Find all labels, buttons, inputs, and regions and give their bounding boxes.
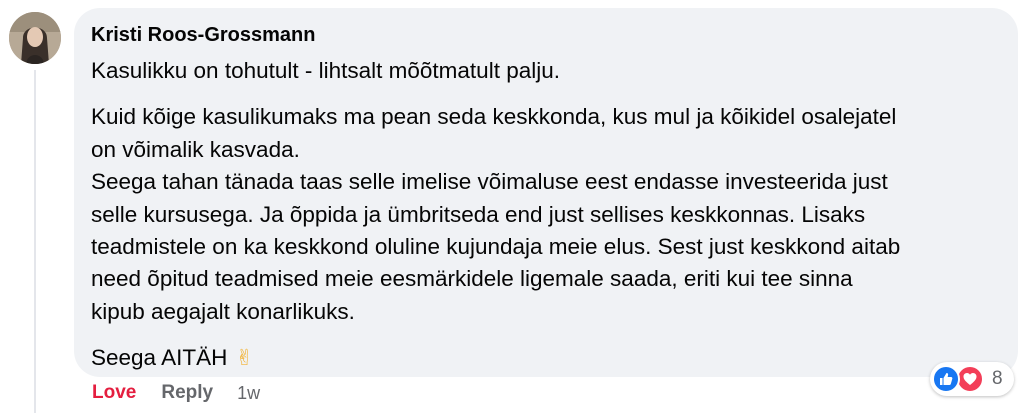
comment-line: selle kursusega. Ja õppida ja ümbritseda… — [91, 201, 866, 227]
comment-line: on võimalik kasvada. — [91, 136, 300, 162]
comment-paragraph: Kuid kõige kasulikumaks ma pean seda kes… — [91, 101, 1000, 328]
thread-line — [34, 70, 36, 413]
comment-line: kipub aegajalt konarlikuks. — [91, 298, 355, 324]
love-button[interactable]: Love — [92, 382, 136, 404]
comment-line: Kuid kõige kasulikumaks ma pean seda kes… — [91, 104, 897, 130]
comment-bubble: Kristi Roos-Grossmann Kasulikku on tohut… — [74, 8, 1018, 377]
comment-author[interactable]: Kristi Roos-Grossmann — [91, 21, 1000, 49]
comment-line: Seega tahan tänada taas selle imelise võ… — [91, 169, 888, 195]
victory-hand-icon: ✌ — [235, 345, 254, 371]
avatar[interactable] — [9, 12, 61, 64]
comment-line: teadmistele on ka keskkond oluline kujun… — [91, 234, 901, 260]
comment-timestamp[interactable]: 1w — [237, 383, 260, 404]
comment-paragraph: Kasulikku on tohutult - lihtsalt mõõtmat… — [91, 55, 1000, 87]
like-icon — [932, 365, 960, 393]
reply-button[interactable]: Reply — [161, 382, 213, 404]
reaction-count: 8 — [992, 368, 1003, 389]
love-icon — [956, 365, 984, 393]
reaction-icons — [932, 364, 990, 394]
comment-actions: Love Reply 1w — [92, 378, 260, 408]
avatar-photo — [9, 12, 61, 64]
reaction-summary[interactable]: 8 — [930, 362, 1014, 396]
comment-line: Seega AITÄH — [91, 345, 228, 371]
comment-line: Kasulikku on tohutult - lihtsalt mõõtmat… — [91, 58, 560, 83]
comment-line: need õpitud teadmised meie eesmärkidele … — [91, 266, 853, 292]
comment-thread: Kristi Roos-Grossmann Kasulikku on tohut… — [0, 0, 1024, 413]
comment-paragraph: Seega AITÄH ✌ — [91, 342, 1000, 374]
